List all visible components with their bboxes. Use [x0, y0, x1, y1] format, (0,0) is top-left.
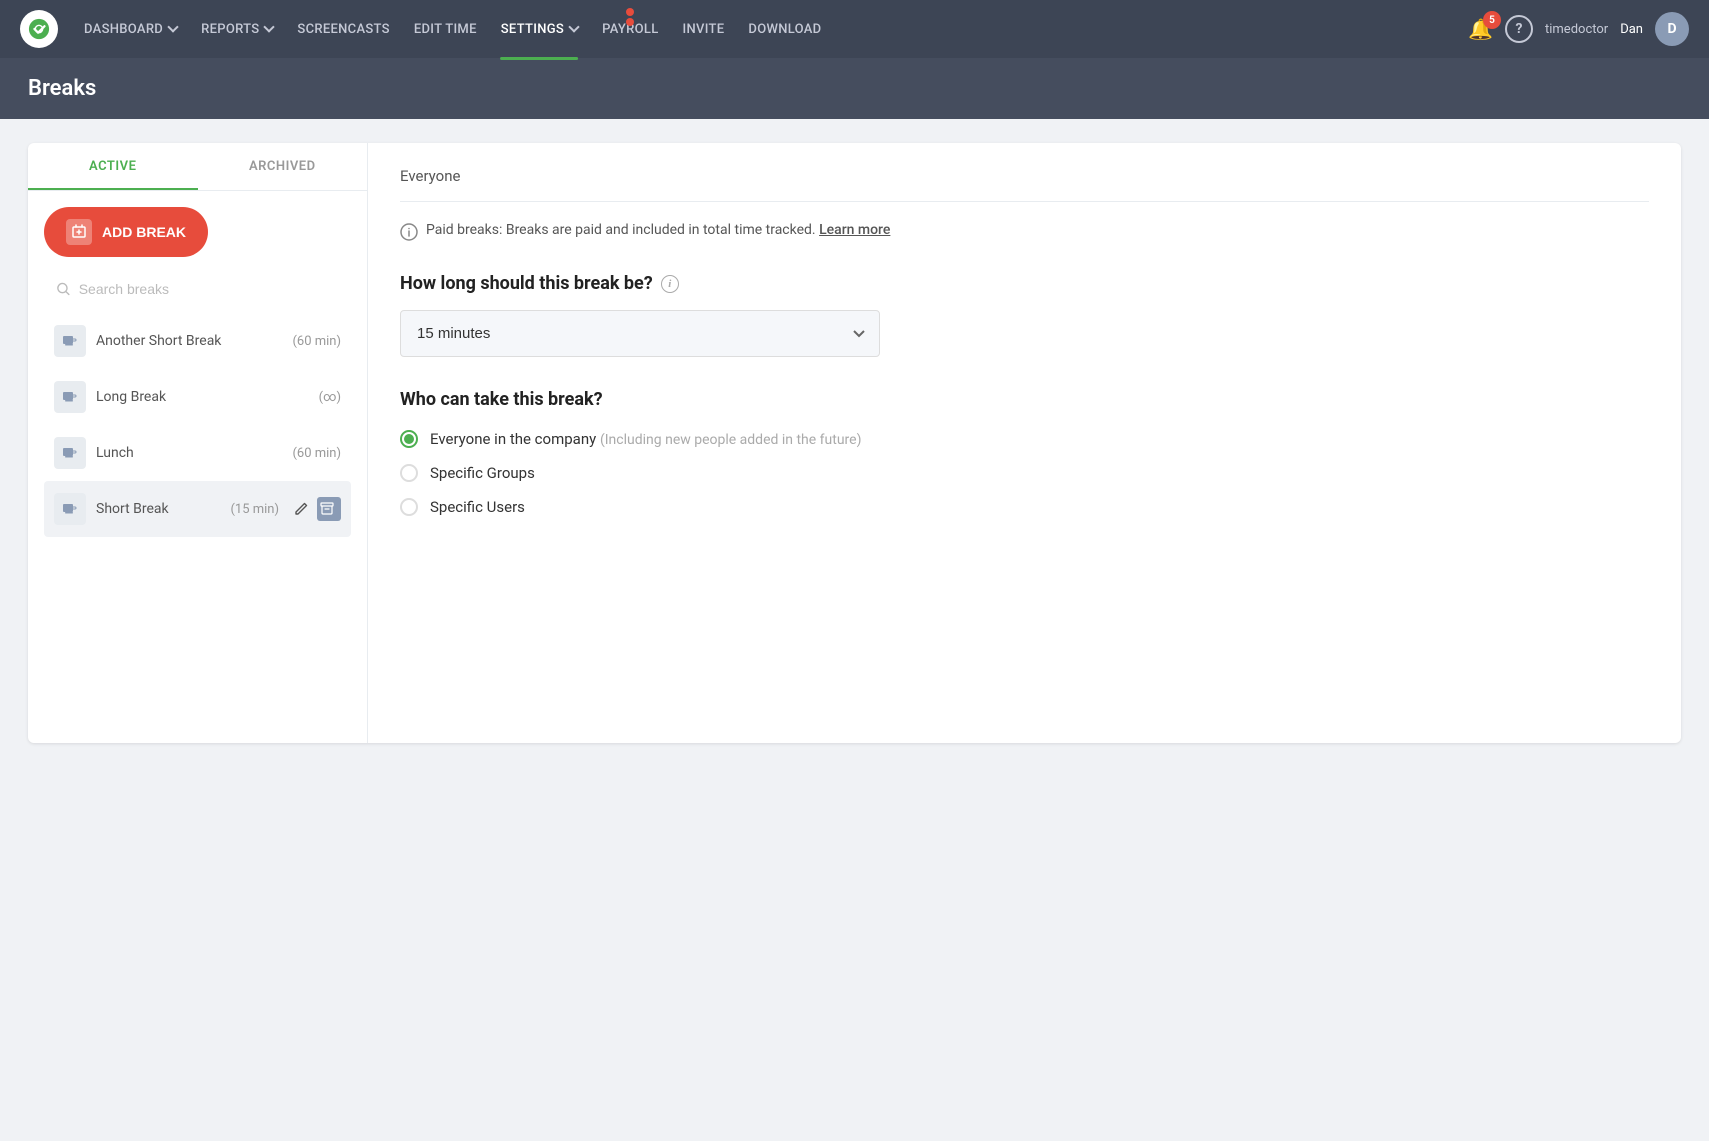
search-box	[44, 273, 351, 305]
help-button[interactable]: ?	[1505, 15, 1533, 43]
info-text: Paid breaks: Breaks are paid and include…	[426, 222, 816, 238]
search-icon	[56, 281, 71, 297]
company-name[interactable]: timedoctor	[1545, 22, 1608, 37]
break-icon	[54, 493, 86, 525]
edit-icon	[293, 501, 309, 517]
info-icon	[400, 223, 418, 245]
radio-everyone[interactable]: Everyone in the company (Including new p…	[400, 430, 1649, 448]
break-name: Lunch	[96, 445, 282, 461]
notification-badge: 5	[1483, 11, 1501, 29]
user-avatar[interactable]: D	[1655, 12, 1689, 46]
nav-reports[interactable]: REPORTS	[191, 16, 283, 43]
learn-more-link[interactable]: Learn more	[819, 222, 890, 238]
radio-everyone-sublabel: (Including new people added in the futur…	[600, 432, 862, 448]
break-item-another-short-break[interactable]: Another Short Break (60 min)	[44, 313, 351, 369]
page-title: Breaks	[28, 76, 1681, 101]
radio-everyone-label: Everyone in the company (Including new p…	[430, 430, 861, 448]
break-actions	[289, 497, 341, 521]
nav-right: 🔔 5 ? timedoctor Dan D	[1468, 12, 1689, 46]
nav-invite[interactable]: INVITE	[673, 16, 735, 43]
break-icon	[54, 381, 86, 413]
nav-download[interactable]: DOWNLOAD	[738, 16, 831, 43]
nav-screencasts[interactable]: SCREENCASTS	[287, 16, 399, 43]
radio-specific-groups-input[interactable]	[400, 464, 418, 482]
break-name: Another Short Break	[96, 333, 282, 349]
nav-edit-time[interactable]: EDIT TIME	[404, 16, 487, 43]
break-item-short-break[interactable]: Short Break (15 min)	[44, 481, 351, 537]
nav-dashboard[interactable]: DASHBOARD	[74, 16, 187, 43]
add-break-icon	[66, 219, 92, 245]
logo[interactable]	[20, 10, 58, 48]
radio-specific-users[interactable]: Specific Users	[400, 498, 1649, 516]
left-panel: ACTIVE ARCHIVED ADD BREAK	[28, 143, 368, 743]
nav-payroll[interactable]: PAYROLL	[592, 16, 668, 43]
tab-archived[interactable]: ARCHIVED	[198, 143, 368, 190]
duration-select[interactable]: 15 minutes 5 minutes 10 minutes 20 minut…	[400, 310, 880, 357]
break-icon	[54, 325, 86, 357]
tabs: ACTIVE ARCHIVED	[28, 143, 367, 191]
archive-icon	[319, 501, 335, 517]
info-banner: Paid breaks: Breaks are paid and include…	[400, 222, 1649, 245]
break-name: Short Break	[96, 501, 220, 517]
radio-everyone-input[interactable]	[400, 430, 418, 448]
page-header: Breaks	[0, 58, 1709, 119]
right-panel-tab-label: Everyone	[400, 167, 1649, 202]
radio-specific-users-input[interactable]	[400, 498, 418, 516]
notification-bell[interactable]: 🔔 5	[1468, 17, 1493, 41]
duration-section-title: How long should this break be? i	[400, 273, 1649, 294]
radio-specific-groups-label: Specific Groups	[430, 464, 535, 482]
who-section-title: Who can take this break?	[400, 389, 1649, 410]
content: ACTIVE ARCHIVED ADD BREAK	[0, 119, 1709, 767]
break-item-long-break[interactable]: Long Break (∞)	[44, 369, 351, 425]
radio-specific-users-label: Specific Users	[430, 498, 525, 516]
break-icon	[54, 437, 86, 469]
who-section: Who can take this break? Everyone in the…	[400, 389, 1649, 516]
break-item-lunch[interactable]: Lunch (60 min)	[44, 425, 351, 481]
tab-active[interactable]: ACTIVE	[28, 143, 198, 190]
break-duration: (60 min)	[292, 334, 341, 349]
break-duration: (60 min)	[292, 446, 341, 461]
break-duration: (∞)	[319, 390, 341, 405]
right-panel: Everyone Paid breaks: Breaks are paid an…	[368, 143, 1681, 743]
break-name: Long Break	[96, 389, 309, 405]
user-name: Dan	[1620, 22, 1643, 37]
edit-break-button[interactable]	[289, 497, 313, 521]
add-break-button[interactable]: ADD BREAK	[44, 207, 208, 257]
radio-group: Everyone in the company (Including new p…	[400, 430, 1649, 516]
nav-settings[interactable]: SETTINGS	[491, 16, 588, 43]
archive-break-button[interactable]	[317, 497, 341, 521]
break-duration: (15 min)	[230, 502, 279, 517]
radio-specific-groups[interactable]: Specific Groups	[400, 464, 1649, 482]
left-panel-body: ADD BREAK	[28, 191, 367, 743]
main-card: ACTIVE ARCHIVED ADD BREAK	[28, 143, 1681, 743]
duration-info-icon[interactable]: i	[661, 275, 679, 293]
navbar: DASHBOARD REPORTS SCREENCASTS EDIT TIME …	[0, 0, 1709, 58]
search-input[interactable]	[79, 281, 339, 297]
